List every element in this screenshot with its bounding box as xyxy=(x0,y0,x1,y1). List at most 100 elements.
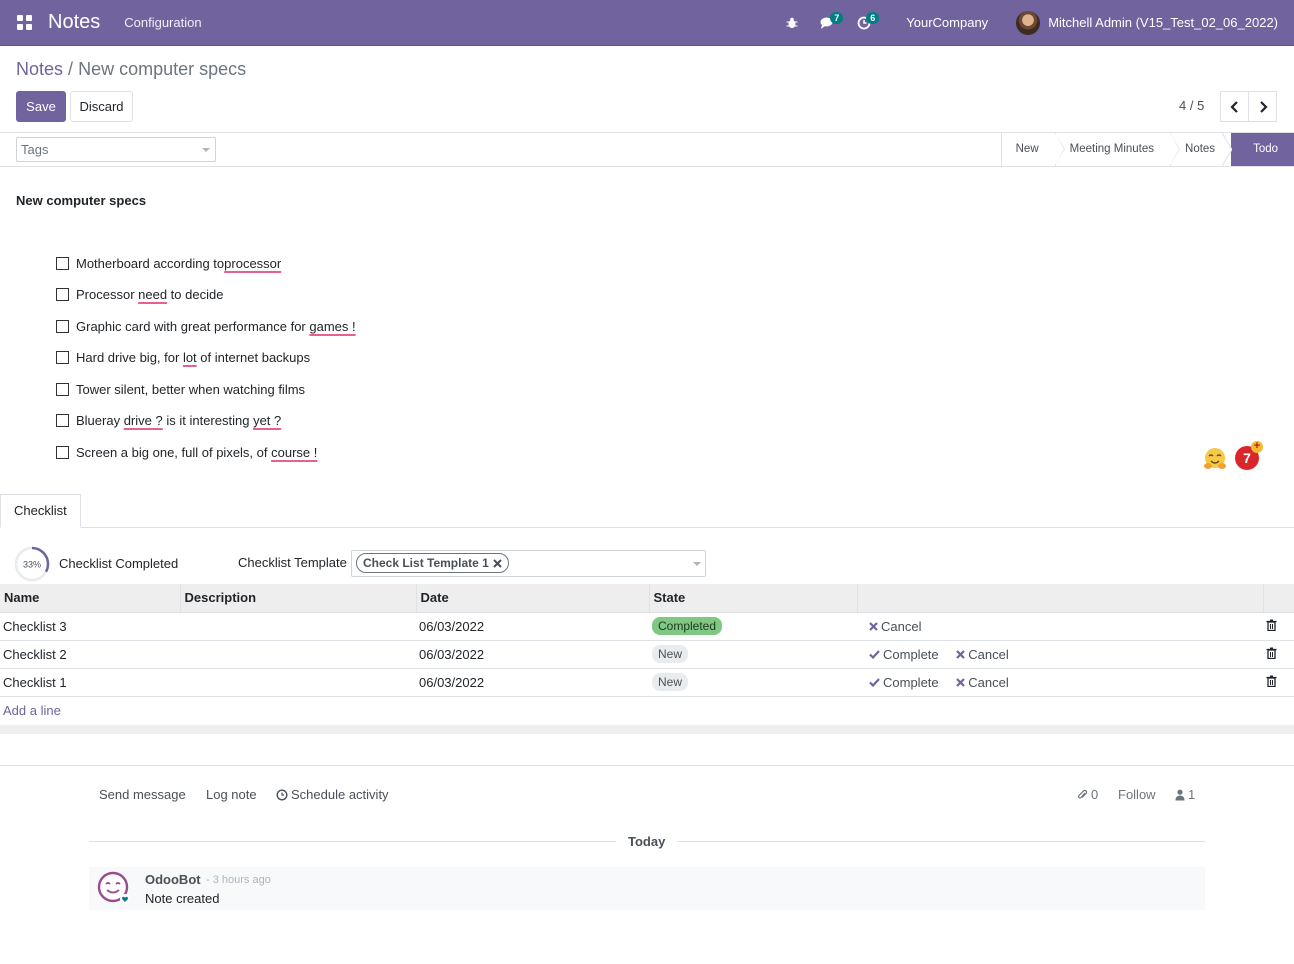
checklist-item: Processor need to decide xyxy=(56,287,223,302)
template-tag-label: Check List Template 1 xyxy=(363,556,489,570)
checklist-completed-label: Checklist Completed xyxy=(59,556,179,571)
item-text: Blueray xyxy=(76,413,124,428)
messages-count-badge: 7 xyxy=(830,11,844,24)
checkbox[interactable] xyxy=(56,383,69,396)
pager-previous-button[interactable] xyxy=(1220,91,1249,122)
breadcrumb: Notes / New computer specs xyxy=(16,59,246,80)
attachments-button[interactable]: 0 xyxy=(1077,787,1098,802)
status-badge: New xyxy=(652,645,689,663)
cell-description xyxy=(180,667,416,696)
checkbox[interactable] xyxy=(56,288,69,301)
stage-new[interactable]: New xyxy=(1000,133,1065,166)
column-header-description[interactable]: Description xyxy=(180,584,417,612)
chatter-divider xyxy=(0,765,1294,766)
add-line-link[interactable]: Add a line xyxy=(3,703,61,718)
save-button[interactable]: Save xyxy=(16,91,66,122)
checkbox[interactable] xyxy=(56,446,69,459)
odoobot-avatar xyxy=(97,871,130,904)
trash-icon[interactable] xyxy=(1266,675,1277,687)
column-header-state[interactable]: State xyxy=(649,584,858,612)
activities-count-badge: 6 xyxy=(866,11,880,24)
spelling-flag: processor xyxy=(224,256,282,271)
cell-date: 06/03/2022 xyxy=(416,611,649,640)
cell-description xyxy=(180,611,416,640)
cancel-button[interactable]: Cancel xyxy=(956,647,1009,662)
debug-bug-icon[interactable] xyxy=(774,0,810,46)
table-row[interactable]: Checklist 2 06/03/2022 New Complete Canc… xyxy=(0,639,1294,668)
item-text: of internet backups xyxy=(196,350,311,365)
checkbox[interactable] xyxy=(56,351,69,364)
message-author[interactable]: OdooBot xyxy=(145,872,201,887)
column-header-name[interactable]: Name xyxy=(0,584,181,612)
messages-button[interactable]: 7 xyxy=(810,0,846,46)
schedule-activity-button[interactable]: Schedule activity xyxy=(276,787,389,802)
spelling-flag: yet ? xyxy=(253,413,282,428)
checklist-item: Motherboard according to processor xyxy=(56,256,281,271)
item-text: is it interesting xyxy=(162,413,254,428)
log-note-button[interactable]: Log note xyxy=(206,787,257,802)
follow-button[interactable]: Follow xyxy=(1118,787,1156,802)
complete-button[interactable]: Complete xyxy=(869,647,939,662)
activities-button[interactable]: 6 xyxy=(846,0,882,46)
spelling-flag: need xyxy=(138,287,168,302)
checklist-item: Screen a big one, full of pixels, of cou… xyxy=(56,445,317,460)
breadcrumb-separator: / xyxy=(68,59,74,79)
send-message-button[interactable]: Send message xyxy=(99,787,186,802)
cell-delete xyxy=(1263,611,1294,640)
cancel-button[interactable]: Cancel xyxy=(956,675,1009,690)
stage-todo[interactable]: Todo xyxy=(1231,133,1294,166)
table-footer xyxy=(0,725,1294,734)
top-navbar: Notes Configuration 7 6 YourCompany Mitc… xyxy=(0,0,1294,46)
app-name[interactable]: Notes xyxy=(48,11,100,34)
caret-down-icon xyxy=(202,148,210,152)
table-row[interactable]: Checklist 1 06/03/2022 New Complete Canc… xyxy=(0,667,1294,696)
checkbox[interactable] xyxy=(56,414,69,427)
stage-selector: New Meeting Minutes Notes Todo xyxy=(1000,133,1294,166)
tab-checklist[interactable]: Checklist xyxy=(0,494,81,528)
paperclip-icon xyxy=(1077,789,1088,799)
column-header-delete xyxy=(1263,584,1294,612)
user-menu[interactable]: Mitchell Admin (V15_Test_02_06_2022) xyxy=(1016,10,1278,35)
discard-button[interactable]: Discard xyxy=(70,91,133,122)
cell-actions: Complete Cancel xyxy=(857,639,1263,668)
cell-delete xyxy=(1263,639,1294,668)
notebook-header xyxy=(0,527,1294,528)
plus-icon: + xyxy=(1251,441,1263,453)
tags-input[interactable]: Tags xyxy=(16,137,216,162)
grammar-assistant-emoji-icon[interactable] xyxy=(1203,447,1227,471)
cell-date: 06/03/2022 xyxy=(416,639,649,668)
cell-state: Completed xyxy=(649,611,857,640)
item-text: Screen a big one, full of pixels, of xyxy=(76,445,272,460)
table-row[interactable]: Checklist 3 06/03/2022 Completed Cancel xyxy=(0,611,1294,640)
item-text: Graphic card with great performance for xyxy=(76,319,310,334)
user-avatar xyxy=(1016,10,1041,35)
cell-state: New xyxy=(649,667,857,696)
checkbox[interactable] xyxy=(56,320,69,333)
item-text: Tower silent, better when watching films xyxy=(76,382,306,397)
item-text: Processor xyxy=(76,287,139,302)
apps-grid-icon[interactable] xyxy=(0,0,48,46)
stage-meeting-minutes[interactable]: Meeting Minutes xyxy=(1054,133,1181,166)
clock-icon xyxy=(276,788,288,801)
pager-next-button[interactable] xyxy=(1248,91,1277,122)
spelling-flag: games ! xyxy=(309,319,356,334)
checklist-item: Hard drive big, for lot of internet back… xyxy=(56,350,310,365)
cell-name: Checklist 1 xyxy=(0,667,180,696)
remove-tag-icon[interactable] xyxy=(493,558,502,568)
cancel-button[interactable]: Cancel xyxy=(869,619,921,634)
checkbox[interactable] xyxy=(56,257,69,270)
message-body: Note created xyxy=(145,891,220,906)
company-switcher[interactable]: YourCompany xyxy=(906,15,988,30)
column-header-date[interactable]: Date xyxy=(416,584,650,612)
checklist-template-label: Checklist Template xyxy=(238,555,347,570)
breadcrumb-parent[interactable]: Notes xyxy=(16,59,63,79)
followers-button[interactable]: 1 xyxy=(1175,787,1195,802)
item-text: Hard drive big, for xyxy=(76,350,183,365)
caret-down-icon xyxy=(693,562,701,566)
menu-configuration[interactable]: Configuration xyxy=(124,15,201,30)
pager-value[interactable]: 4 / 5 xyxy=(1179,98,1204,113)
complete-button[interactable]: Complete xyxy=(869,675,939,690)
cell-state: New xyxy=(649,639,857,668)
trash-icon[interactable] xyxy=(1266,647,1277,659)
trash-icon[interactable] xyxy=(1266,619,1277,631)
